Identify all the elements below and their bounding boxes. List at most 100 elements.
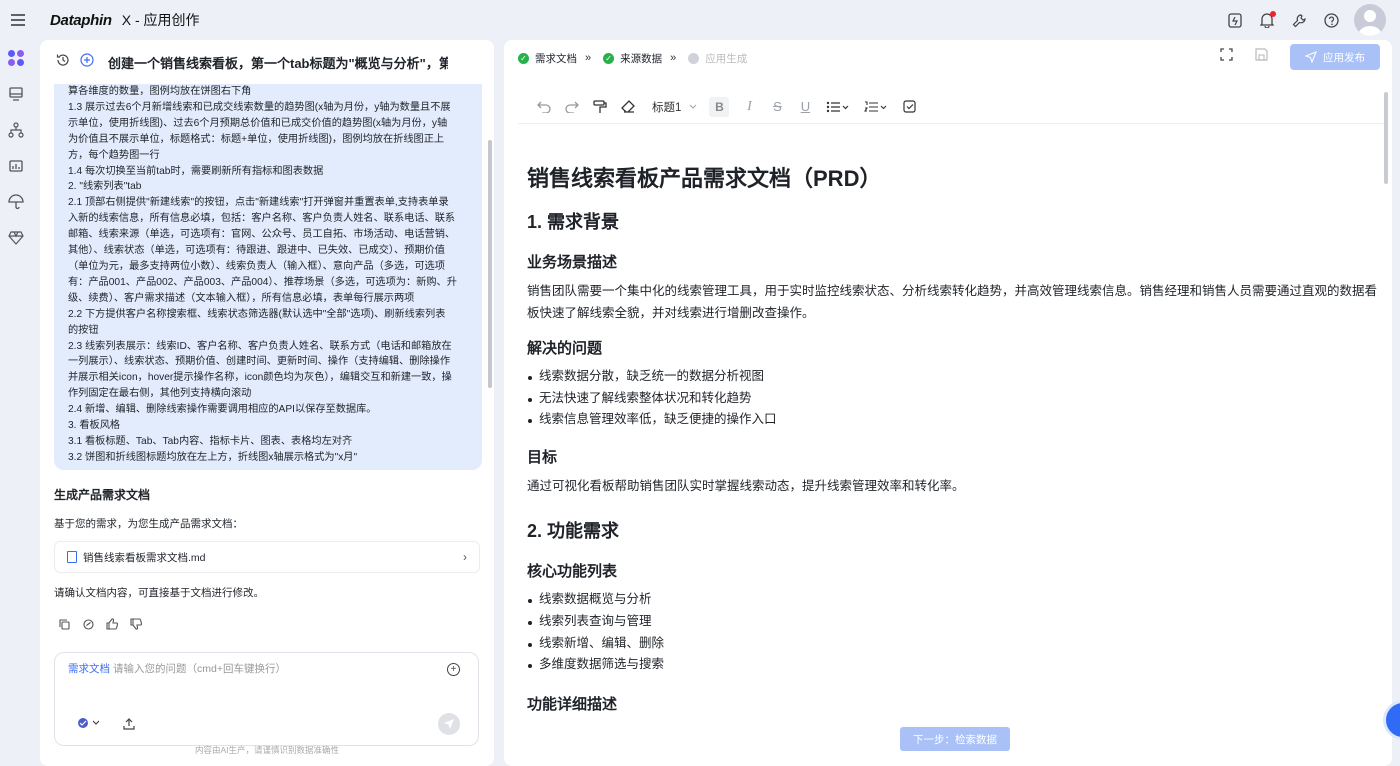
- bullet-list-icon[interactable]: [825, 99, 851, 115]
- section-heading: 2. 功能需求: [527, 521, 620, 542]
- thumbs-down-icon[interactable]: [130, 618, 142, 630]
- model-selector[interactable]: [77, 717, 100, 729]
- subsection-heading: 功能详细描述: [527, 695, 618, 713]
- document-scrollbar[interactable]: [1384, 92, 1388, 184]
- regenerate-icon[interactable]: [82, 618, 94, 630]
- format-painter-icon[interactable]: [592, 99, 608, 115]
- sidebar-item-dashboard[interactable]: [0, 148, 32, 184]
- file-name: 销售线索看板需求文档.md: [83, 551, 206, 564]
- input-context-tag[interactable]: 需求文档: [68, 661, 110, 676]
- heading-value: 标题1: [652, 101, 682, 114]
- history-icon[interactable]: [56, 53, 70, 72]
- fullscreen-icon[interactable]: [1220, 48, 1233, 66]
- message-line: 一列展示）、线索状态、预期价值、创建时间、更新时间、操作（支持编辑、删除操作: [68, 356, 451, 368]
- subsection-heading: 核心功能列表: [527, 563, 618, 581]
- message-line: 3.1 看板标题、Tab、Tab内容、指标卡片、图表、表格均左对齐: [68, 435, 353, 447]
- wrench-icon[interactable]: [1290, 11, 1308, 29]
- checklist-icon[interactable]: [901, 99, 917, 115]
- subsection-heading: 目标: [527, 449, 558, 467]
- message-line: 的按钮: [68, 324, 99, 336]
- next-step-button[interactable]: 下一步：检索数据: [900, 727, 1010, 751]
- step-label: 应用生成: [705, 52, 748, 65]
- clipboard-icon[interactable]: [1226, 11, 1244, 29]
- chevron-right-icon: ›: [463, 550, 467, 564]
- message-line: 级、续费）、客户需求描述（文本输入框），所有信息必填，表单每行展示两项: [68, 292, 415, 304]
- list-item: 多维度数据筛选与搜索: [527, 654, 1377, 676]
- message-line: 邮箱、线索来源（单选，可选项有：官网、公众号、员工自拓、市场活动、电话营销、: [68, 229, 456, 241]
- message-line: 2.1 顶部右侧提供"新建线索"的按钮，点击"新建线索"打开弹窗并重置表单,支持…: [68, 197, 449, 209]
- diamond-icon: [8, 231, 24, 245]
- underline-icon[interactable]: U: [797, 99, 813, 115]
- sidebar-item-umbrella[interactable]: [0, 184, 32, 220]
- list-item: 线索列表查询与管理: [527, 611, 1377, 633]
- save-icon[interactable]: [1255, 48, 1268, 66]
- message-line: 并展示相关icon，hover提示操作名称，icon颜色均为灰色），编辑交互和新…: [68, 372, 452, 384]
- step-source-data[interactable]: ✓ 来源数据: [603, 51, 662, 66]
- bell-icon[interactable]: [1258, 11, 1276, 29]
- undo-icon[interactable]: [536, 99, 552, 115]
- chevron-down-icon: [92, 720, 100, 725]
- bold-icon[interactable]: B: [709, 96, 730, 117]
- notification-dot: [1270, 11, 1276, 17]
- message-line: 2.4 新增、编辑、删除线索操作需要调用相应的API以保存至数据库。: [68, 404, 377, 416]
- top-bar: Dataphin X - 应用创作: [0, 0, 1400, 40]
- document-panel: ✓ 需求文档 » ✓ 来源数据 » 应用生成 应用发布 标题1 B I S U 销售…: [504, 40, 1392, 766]
- subsection-heading: 业务场景描述: [527, 254, 618, 271]
- thumbs-up-icon[interactable]: [106, 618, 118, 630]
- italic-icon[interactable]: I: [741, 99, 757, 115]
- chat-input-box[interactable]: 需求文档 请输入您的问题（cmd+回车键换行） +: [54, 652, 479, 746]
- list-item: 线索新增、编辑、删除: [527, 633, 1377, 655]
- sidebar-item-monitor[interactable]: [0, 76, 32, 112]
- problem-list: 线索数据分散，缺乏统一的数据分析视图 无法快速了解线索整体状况和转化趋势 线索信…: [527, 366, 1377, 431]
- message-line: 方，每个趋势图一行: [68, 149, 160, 161]
- message-line: 2.3 线索列表展示：线索ID、客户名称、客户负责人姓名、联系方式（电话和邮箱放…: [68, 340, 452, 352]
- message-actions: [58, 618, 142, 630]
- sidebar-item-apps[interactable]: [0, 40, 32, 76]
- help-icon[interactable]: [1322, 11, 1340, 29]
- add-icon[interactable]: +: [447, 663, 460, 676]
- publish-label: 应用发布: [1323, 51, 1365, 64]
- list-item: 无法快速了解线索整体状况和转化趋势: [527, 388, 1377, 410]
- message-line: 算各维度的数量，图例均放在饼图右下角: [68, 86, 252, 97]
- send-button[interactable]: [438, 713, 460, 735]
- sidebar-item-diamond[interactable]: [0, 220, 32, 256]
- umbrella-icon: [8, 194, 24, 210]
- model-icon: [78, 718, 88, 728]
- file-card[interactable]: 销售线索看板需求文档.md ›: [54, 541, 480, 573]
- confirm-text: 请确认文档内容，可直接基于文档进行修改。: [54, 587, 264, 599]
- step-requirements[interactable]: ✓ 需求文档: [518, 51, 577, 66]
- list-item: 线索数据分散，缺乏统一的数据分析视图: [527, 366, 1377, 388]
- message-line: 3.2 饼图和折线图标题均放在左上方，折线图x轴展示格式为"x月": [68, 451, 358, 463]
- upload-icon[interactable]: [123, 717, 135, 735]
- chat-input[interactable]: 请输入您的问题（cmd+回车键换行）: [113, 661, 286, 676]
- message-line: 2.2 下方提供客户名称搜索框、线索状态筛选器(默认选中"全部"选项)、刷新线索…: [68, 308, 446, 320]
- chat-panel: 创建一个销售线索看板，第一个tab标题为"概览与分析"，第二 算各维度的数量，图…: [40, 40, 494, 766]
- ordered-list-icon[interactable]: [863, 99, 889, 115]
- redo-icon[interactable]: [564, 99, 580, 115]
- feature-list: 线索数据概览与分析 线索列表查询与管理 线索新增、编辑、删除 多维度数据筛选与搜…: [527, 589, 1377, 676]
- apps-icon: [8, 50, 24, 66]
- message-line: 其他）、线索状态（单选，可选项有：待跟进、跟进中、已失效、已成交）、预期价值: [68, 245, 445, 257]
- new-chat-icon[interactable]: [80, 52, 94, 72]
- heading-select[interactable]: 标题1: [652, 99, 697, 115]
- avatar[interactable]: [1354, 4, 1386, 36]
- send-icon: [1305, 51, 1317, 63]
- org-tree-icon: [8, 122, 24, 138]
- step-label: 需求文档: [535, 52, 577, 65]
- chat-title: 创建一个销售线索看板，第一个tab标题为"概览与分析"，第二: [108, 55, 448, 71]
- menu-icon[interactable]: [0, 0, 36, 40]
- sidebar-item-org[interactable]: [0, 112, 32, 148]
- section-heading: 1. 需求背景: [527, 212, 620, 232]
- message-line: 2. "线索列表"tab: [68, 181, 142, 193]
- publish-button[interactable]: 应用发布: [1290, 44, 1380, 70]
- chat-scrollbar[interactable]: [488, 140, 492, 388]
- chevron-down-icon: [689, 104, 697, 109]
- document-content[interactable]: 销售线索看板产品需求文档（PRD） 1. 需求背景 业务场景描述 销售团队需要一…: [527, 136, 1377, 720]
- page-title: X - 应用创作: [121, 12, 200, 28]
- copy-icon[interactable]: [58, 618, 70, 630]
- brand-logo[interactable]: Dataphin: [50, 12, 112, 29]
- eraser-icon[interactable]: [620, 99, 636, 115]
- message-line: 为价值且不展示单位，标题格式：标题+单位，使用折线图)，图例均放在折线图正上: [68, 133, 445, 145]
- monitor-icon: [9, 87, 23, 101]
- strikethrough-icon[interactable]: S: [769, 99, 785, 115]
